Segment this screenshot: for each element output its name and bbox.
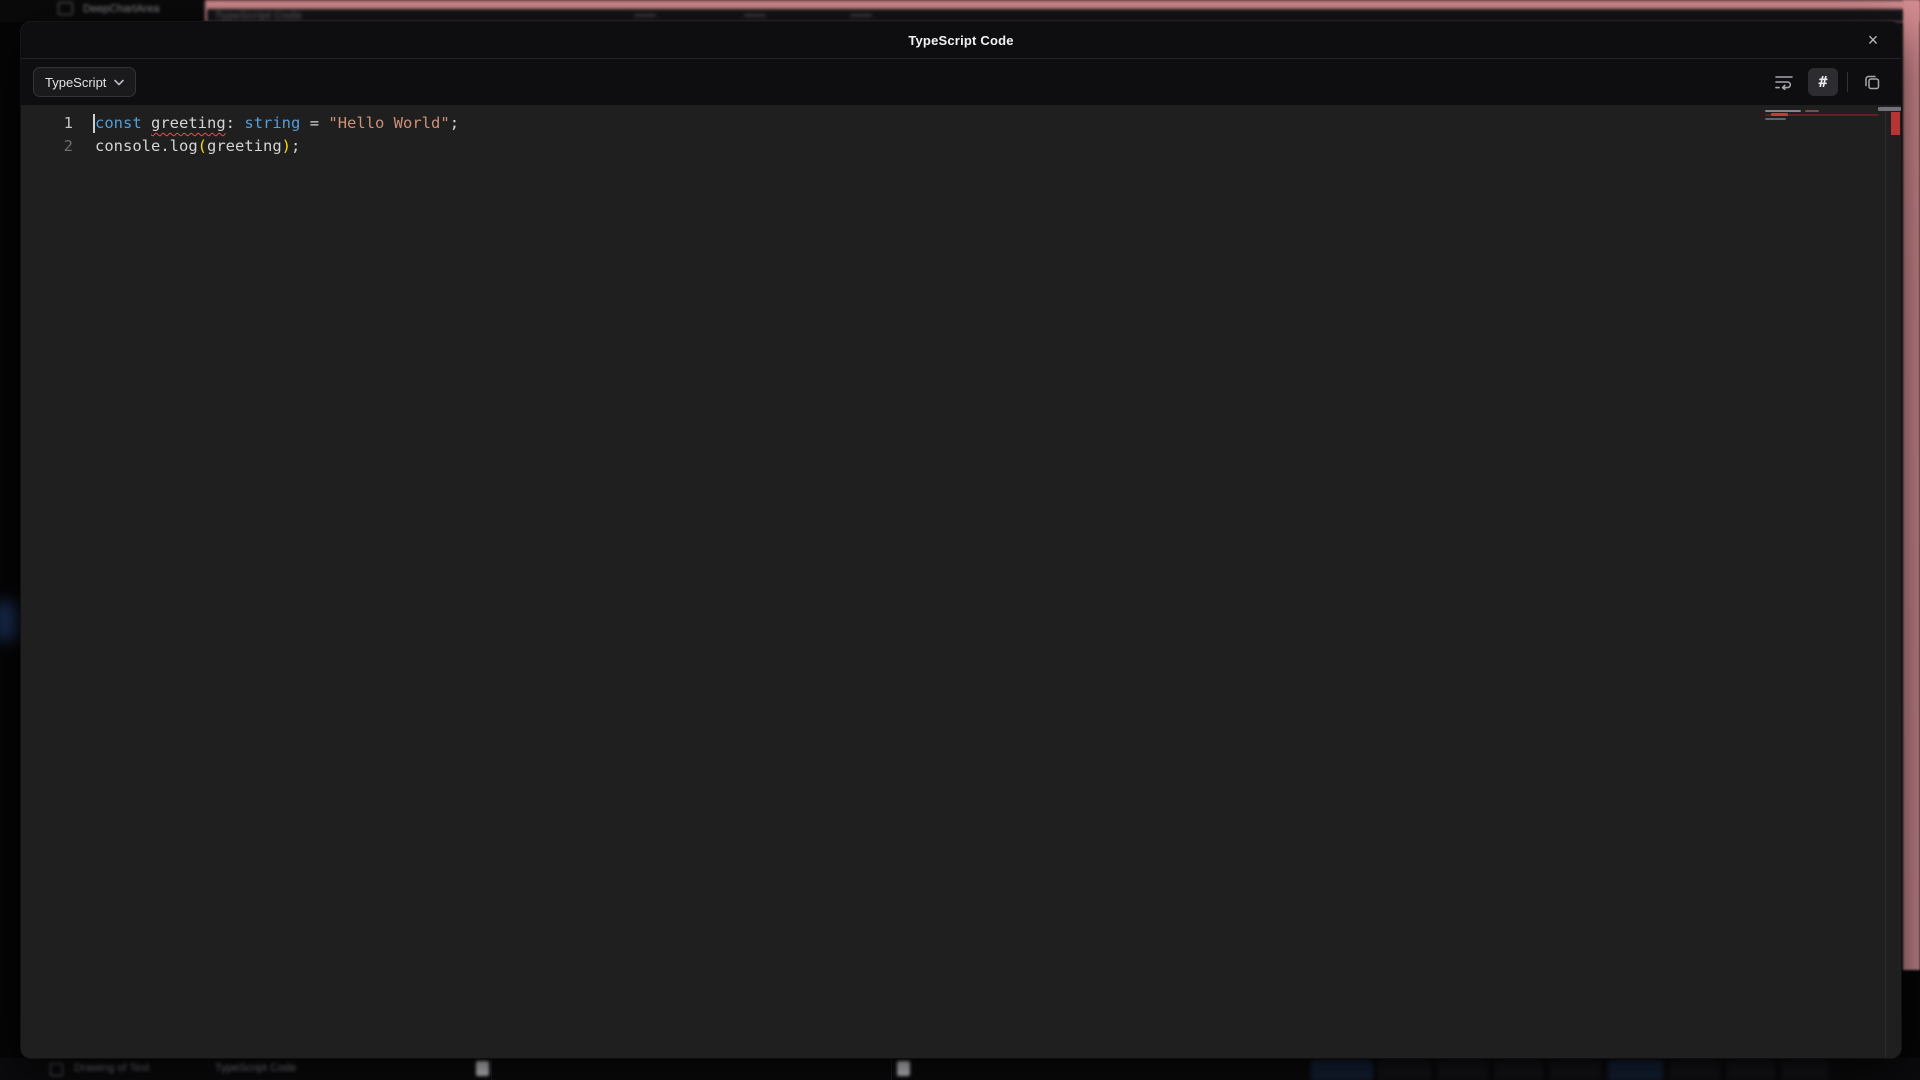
word-wrap-icon [1775, 74, 1793, 90]
code-text: const greeting: string = "Hello World"; [73, 112, 459, 135]
minimap-mark [1805, 110, 1819, 112]
minimap-error-mark [1771, 113, 1788, 116]
bottom-button[interactable] [1782, 1060, 1828, 1080]
background-code-card-header: TypeScript Code [207, 9, 1907, 22]
background-header-mark [634, 14, 656, 17]
code-token: "Hello World" [328, 114, 449, 132]
background-card-title: TypeScript Code [215, 10, 302, 22]
code-token: ; [450, 114, 459, 132]
minimap-mark [1765, 118, 1786, 120]
background-top-bar: DeepChartArea TypeScript Code [0, 0, 1920, 22]
language-selector[interactable]: TypeScript [33, 67, 136, 97]
code-token: = [300, 114, 328, 132]
minimap-divider [1885, 105, 1886, 1058]
bottom-button[interactable] [1495, 1060, 1543, 1080]
scrollbar-position-mark[interactable] [1878, 107, 1901, 111]
code-token: greeting [151, 114, 226, 132]
line-numbers-toggle-button[interactable]: # [1808, 68, 1838, 96]
code-editor[interactable]: 1const greeting: string = "Hello World";… [21, 105, 1901, 1058]
bottom-button[interactable] [1727, 1060, 1775, 1080]
bottom-page-thumbnail[interactable] [476, 1061, 489, 1076]
word-wrap-button[interactable] [1769, 68, 1799, 96]
bottom-accent-button[interactable] [1311, 1060, 1373, 1080]
code-line[interactable]: 2console.log(greeting); [21, 135, 1901, 158]
close-button[interactable]: × [1859, 26, 1887, 54]
toolbar-separator [1847, 72, 1848, 92]
background-header-mark [850, 14, 872, 17]
bottom-button[interactable] [1438, 1060, 1488, 1080]
code-token: ( [198, 137, 207, 155]
bottom-bar-divider [491, 1058, 492, 1080]
text-cursor [93, 114, 95, 133]
minimap[interactable] [1765, 108, 1885, 128]
layers-icon [50, 1063, 63, 1076]
bottom-page-thumbnail[interactable] [897, 1061, 910, 1076]
close-icon: × [1868, 30, 1879, 50]
copy-code-button[interactable] [1857, 68, 1887, 96]
editor-toolbar: TypeScript # [21, 59, 1901, 105]
code-token: string [244, 114, 300, 132]
copy-icon [1864, 74, 1880, 90]
bottom-left-label: Drawing of Text [74, 1062, 150, 1074]
background-pink-right-edge [1903, 0, 1920, 970]
bottom-button[interactable] [1378, 1060, 1431, 1080]
code-token [235, 114, 244, 132]
hash-icon: # [1818, 73, 1827, 91]
background-blue-highlight [0, 600, 18, 642]
toolbar-actions: # [1769, 68, 1887, 96]
background-bottom-bar: Drawing of Text TypeScript Code [0, 1058, 1920, 1080]
bottom-button[interactable] [1670, 1060, 1720, 1080]
code-token [142, 114, 151, 132]
language-selector-value: TypeScript [45, 75, 106, 90]
code-token: : [226, 114, 235, 132]
code-token: ) [282, 137, 291, 155]
line-number: 2 [21, 135, 73, 158]
code-line[interactable]: 1const greeting: string = "Hello World"; [21, 112, 1901, 135]
background-tab-label: DeepChartArea [83, 3, 159, 15]
code-token: ; [291, 137, 300, 155]
minimap-mark [1765, 110, 1801, 112]
tab-favicon-icon [58, 2, 73, 15]
scrollbar-error-marker[interactable] [1891, 112, 1900, 135]
code-token: console.log [95, 137, 198, 155]
code-lines: 1const greeting: string = "Hello World";… [21, 112, 1901, 158]
bottom-accent-button[interactable] [1608, 1060, 1663, 1080]
background-header-mark [744, 14, 766, 17]
bottom-button[interactable] [1550, 1060, 1601, 1080]
code-text: console.log(greeting); [73, 135, 300, 158]
background-browser-tab: DeepChartArea [58, 2, 159, 15]
bottom-bar-divider [891, 1058, 892, 1080]
code-dialog: TypeScript Code × TypeScript [21, 22, 1901, 1058]
bottom-doc-label: TypeScript Code [215, 1062, 296, 1074]
chevron-down-icon [114, 79, 124, 86]
code-token: greeting [207, 137, 282, 155]
dialog-titlebar: TypeScript Code × [21, 22, 1901, 59]
code-token: const [95, 114, 142, 132]
line-number: 1 [21, 112, 73, 135]
dialog-title: TypeScript Code [908, 33, 1013, 48]
